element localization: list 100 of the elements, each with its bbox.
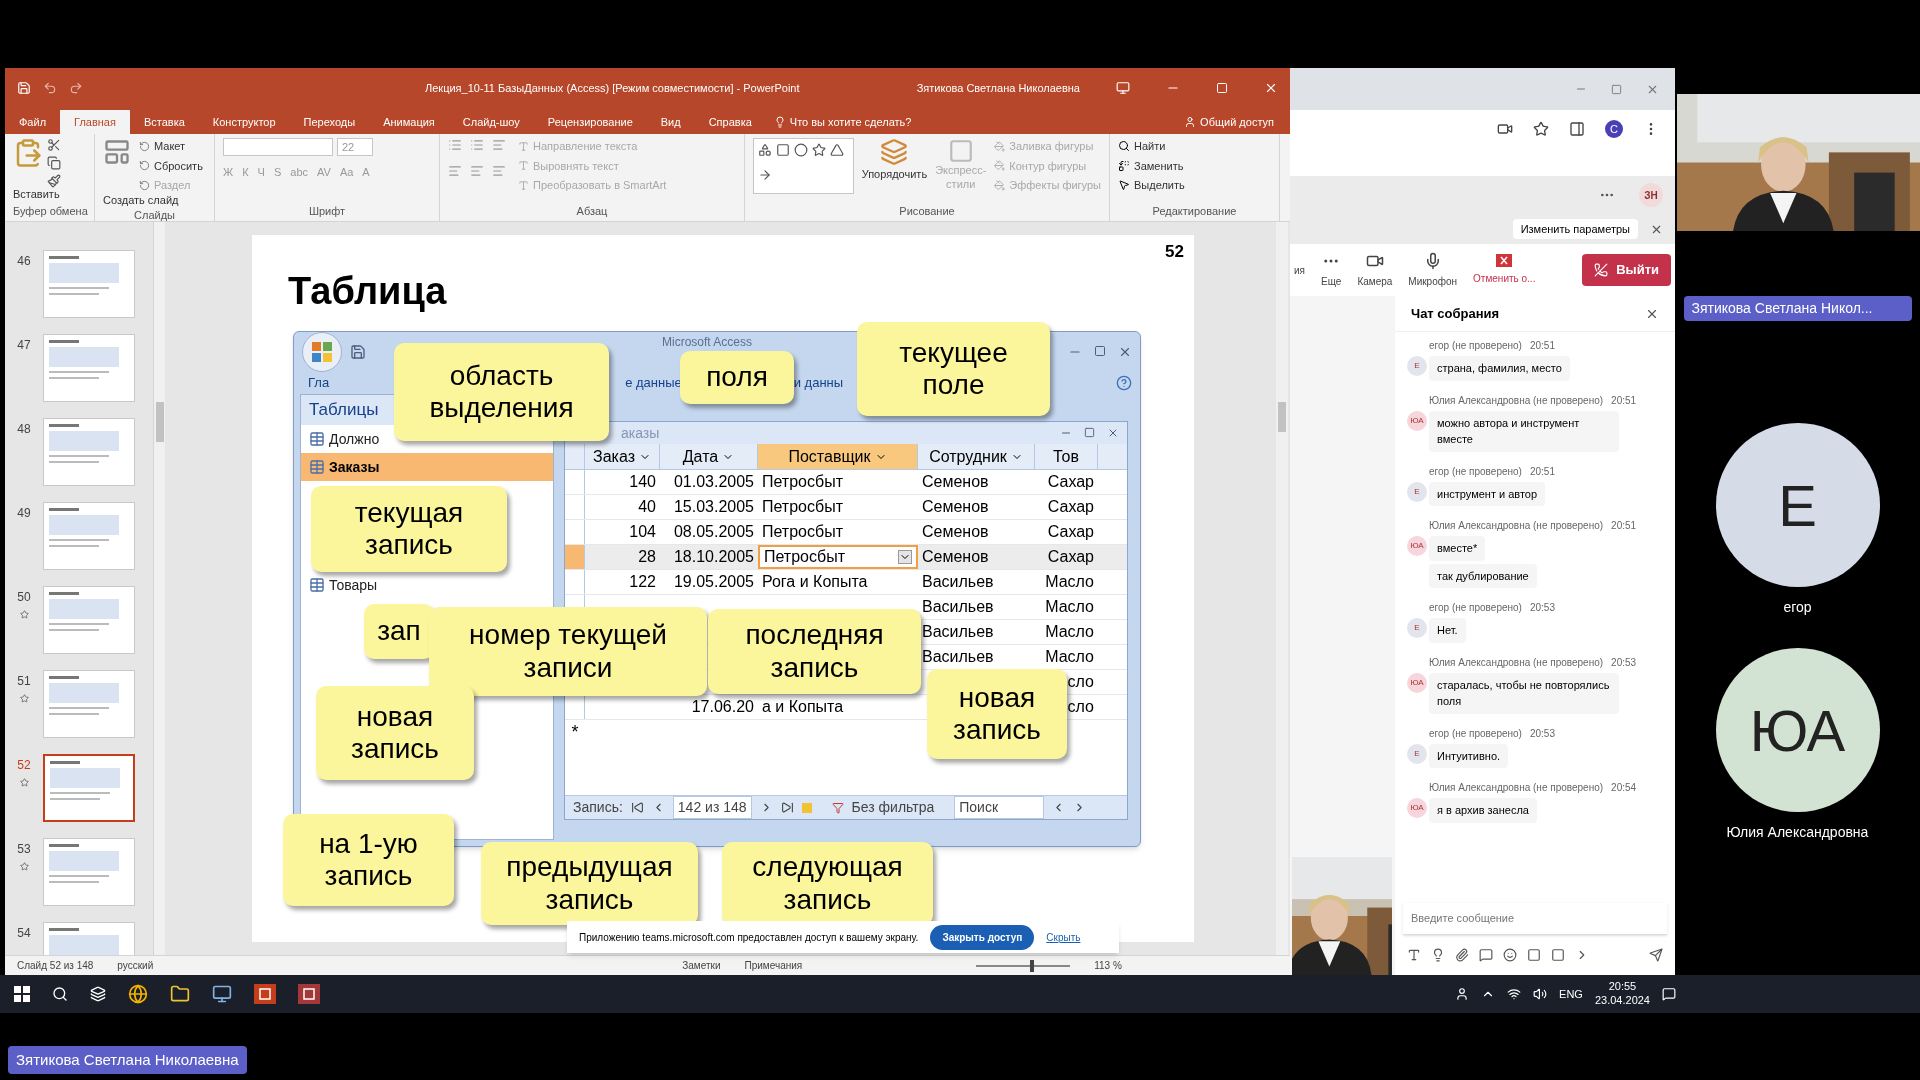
side-panel-icon[interactable] [1569,121,1585,137]
hide-link[interactable]: Скрыть [1046,929,1081,945]
network-icon[interactable] [1507,987,1522,1001]
new-slide-icon[interactable] [103,138,131,166]
copy-icon[interactable] [47,156,61,170]
ribbon-tab[interactable]: Рецензирование [533,110,647,134]
database-app-icon[interactable] [298,984,320,1004]
first-record-icon[interactable] [630,801,644,814]
filter-button[interactable]: Без фильтра [851,797,935,818]
arrange-button[interactable]: Упорядочить [861,166,928,183]
slide-thumbnail[interactable] [43,586,135,654]
search-field[interactable]: Поиск [954,796,1045,819]
browser-icon[interactable] [128,984,148,1004]
slide-thumbnail[interactable] [43,838,135,906]
emoji-icon[interactable] [1503,948,1517,962]
settings-tooltip[interactable]: Изменить параметры [1512,218,1638,240]
lightbulb-icon[interactable] [773,116,786,128]
format-icon[interactable] [1407,948,1421,962]
toolbar-button[interactable]: Микрофон [1408,273,1458,289]
format-painter-icon[interactable] [47,174,61,188]
ribbon-tab[interactable]: Вид [646,110,695,134]
zoom-slider-thumb[interactable] [1030,959,1035,972]
message-field[interactable]: Введите сообщение [1403,903,1667,935]
ribbon-button[interactable]: Найти [1134,138,1166,155]
display-options-icon[interactable] [1116,81,1130,95]
restore-icon[interactable] [1611,83,1622,95]
triangle-icon[interactable] [830,143,844,157]
scrollbar[interactable] [1276,222,1288,955]
ribbon-tab[interactable]: Файл [5,110,61,134]
table-item[interactable]: Заказы [301,453,553,481]
camera-icon[interactable] [1497,121,1513,137]
priority-icon[interactable] [1431,948,1445,962]
ribbon-tab[interactable]: Переходы [289,110,370,134]
notifications-icon[interactable] [1662,987,1676,1001]
toolbar-button[interactable]: ия [1294,262,1305,278]
person-icon[interactable] [1184,116,1197,128]
gif-icon[interactable] [1527,948,1541,962]
toolbar-button[interactable]: Камера [1357,273,1393,289]
scrollbar[interactable] [153,222,165,955]
save-icon[interactable] [350,344,366,360]
slide-thumbnail[interactable] [43,334,135,402]
send-icon[interactable] [1649,948,1663,962]
attach-icon[interactable] [1455,948,1469,962]
column-header[interactable]: Поставщик [758,444,918,469]
filter-icon[interactable] [831,801,844,814]
help-icon[interactable] [1116,375,1132,391]
ribbon-tab[interactable]: и данны [793,373,844,393]
toolbar-button[interactable]: Еще [1321,273,1342,289]
ribbon-button[interactable]: Заменить [1134,157,1184,174]
slide-thumbnail[interactable] [43,250,135,318]
ribbon-tab[interactable]: Слайд-шоу [448,110,534,134]
people-icon[interactable] [1455,987,1470,1001]
circle-icon[interactable] [794,143,808,157]
ribbon-tab[interactable]: Гла [308,373,330,393]
presentation-app-icon[interactable] [254,984,276,1004]
arrange-icon[interactable] [880,138,909,166]
share-button[interactable]: Общий доступ [1200,110,1274,134]
ribbon-tab[interactable]: Главная [60,110,130,134]
ribbon-button[interactable]: Создать слайд [103,193,179,208]
ribbon-button[interactable]: Макет [154,138,186,155]
slide-thumbnail[interactable] [43,754,135,822]
zoom-slider[interactable] [976,959,1071,972]
tell-me-field[interactable]: Что вы хотите сделать? [789,110,912,134]
ribbon-button[interactable]: Сбросить [154,157,203,174]
redo-icon[interactable] [69,81,83,95]
close-icon[interactable] [1118,345,1132,359]
stop-sharing-button[interactable]: Закрыть доступ [930,924,1035,950]
maximize-icon[interactable] [1094,345,1106,357]
ribbon-tab[interactable]: Конструктор [198,110,290,134]
leave-button[interactable]: Выйти [1582,254,1671,286]
slide-thumbnail[interactable] [43,418,135,486]
dropdown-icon[interactable] [898,550,912,564]
ribbon-button[interactable]: Выделить [1134,177,1185,194]
shapes-gallery[interactable] [753,138,854,194]
ribbon-tab[interactable]: е данные [625,373,682,393]
profile-avatar[interactable]: C [1605,120,1623,138]
close-icon[interactable] [1264,81,1278,95]
last-record-icon[interactable] [780,801,794,814]
table-item[interactable]: Должно [301,425,388,453]
notes-button[interactable]: Заметки [682,958,721,973]
volume-icon[interactable] [1533,987,1548,1001]
close-icon[interactable] [1107,427,1119,439]
toolbar-button[interactable]: Отменить о... [1473,271,1536,286]
record-position-field[interactable]: 142 из 148 [672,796,752,819]
language-indicator[interactable]: ENG [1559,985,1583,1003]
rectangle-icon[interactable] [776,143,790,157]
windows-logo-icon[interactable] [14,986,30,1002]
undo-icon[interactable] [43,81,57,95]
shapes-icon[interactable] [758,143,772,157]
comments-button[interactable]: Примечания [744,958,803,973]
cut-icon[interactable] [47,138,61,152]
ribbon-tab[interactable]: Анимация [369,110,449,134]
pointer-icon[interactable] [1118,179,1130,192]
bookmark-icon[interactable] [1533,121,1549,137]
sticker-icon[interactable] [1551,948,1565,962]
folder-icon[interactable] [170,984,190,1004]
search-icon[interactable] [1118,140,1130,153]
column-header[interactable]: Тов [1035,444,1098,469]
phone-icon[interactable] [1594,263,1609,277]
loop-icon[interactable] [1479,948,1493,962]
